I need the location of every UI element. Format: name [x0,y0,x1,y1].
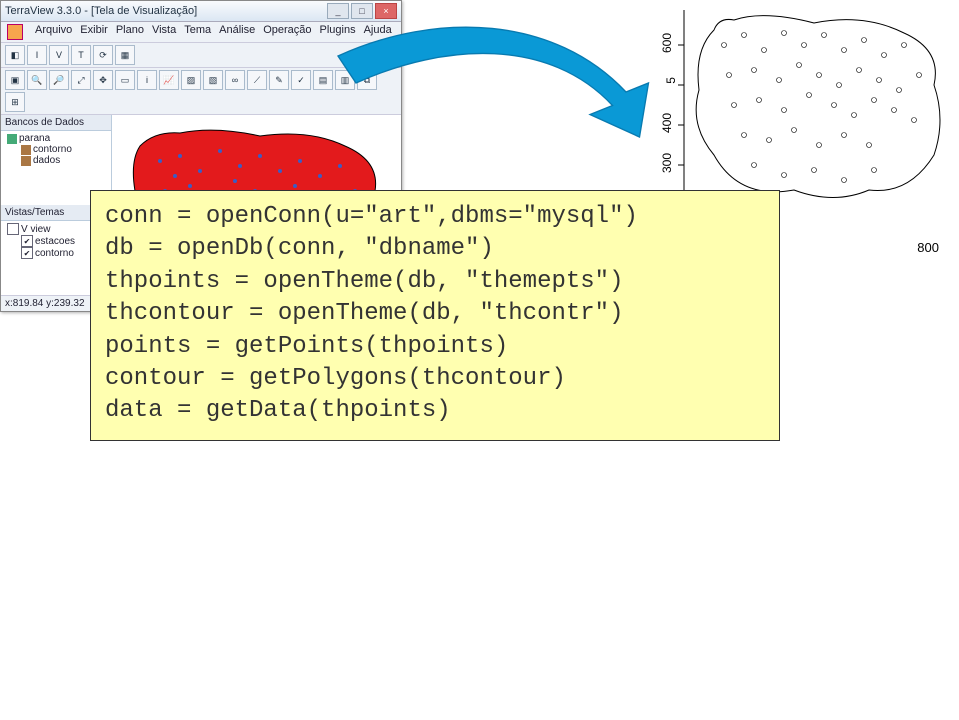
menu-operacao[interactable]: Operação [263,24,311,40]
menu-exibir[interactable]: Exibir [80,24,108,40]
db-root[interactable]: parana [7,133,109,144]
close-button[interactable]: × [375,3,397,19]
menu-bar: Arquivo Exibir Plano Vista Tema Análise … [1,22,401,43]
tool-sql-icon[interactable]: ▤ [313,70,333,90]
checkbox-icon[interactable]: ✔ [21,235,33,247]
tool-pan-icon[interactable]: ✥ [93,70,113,90]
toolbar-row-1: ◧ I V T ⟳ ▦ [1,43,401,68]
tool-pointer-icon[interactable]: ▣ [5,70,25,90]
minimize-button[interactable]: _ [327,3,349,19]
menu-vista[interactable]: Vista [152,24,176,40]
db-item-dados[interactable]: dados [7,155,109,166]
tool-zoomin-icon[interactable]: 🔍 [27,70,47,90]
tool-misc2-icon[interactable]: ⧉ [357,70,377,90]
tool-zoomout-icon[interactable]: 🔎 [49,70,69,90]
tool-link-icon[interactable]: ∞ [225,70,245,90]
window-titlebar[interactable]: TerraView 3.3.0 - [Tela de Visualização]… [1,1,401,22]
db-item-contorno[interactable]: contorno [7,144,109,155]
menu-arquivo[interactable]: Arquivo [35,24,72,40]
code-line-1: conn = openConn(u="art",dbms="mysql") [105,201,765,233]
tool-fit-icon[interactable]: ▭ [115,70,135,90]
checkbox-icon[interactable] [7,223,19,235]
layer-icon [21,156,31,166]
ytick-5: 5 [664,77,678,84]
ytick-600: 600 [660,33,674,53]
code-line-2: db = openDb(conn, "dbname") [105,233,765,265]
tool-chart-icon[interactable]: 📈 [159,70,179,90]
tool-v-icon[interactable]: V [49,45,69,65]
ytick-400: 400 [660,113,674,133]
tool-i-icon[interactable]: I [27,45,47,65]
code-line-4: thcontour = openTheme(db, "thcontr") [105,298,765,330]
app-small-icon [7,24,23,40]
menu-plano[interactable]: Plano [116,24,144,40]
code-line-7: data = getData(thpoints) [105,395,765,427]
toolbar-row-2: ▣ 🔍 🔎 ⤢ ✥ ▭ i 📈 ▨ ▧ ∞ ⟋ ✎ ✓ ▤ ▥ ⧉ ⊞ [1,68,401,115]
tool-info-icon[interactable]: i [137,70,157,90]
menu-tema[interactable]: Tema [184,24,211,40]
window-buttons: _ □ × [327,3,397,19]
tool-measure-icon[interactable]: ⟋ [247,70,267,90]
tool-check-icon[interactable]: ✓ [291,70,311,90]
tool-select-icon[interactable]: ▨ [181,70,201,90]
menu-ajuda[interactable]: Ajuda [364,24,392,40]
tool-db-icon[interactable]: ◧ [5,45,25,65]
db-icon [7,134,17,144]
menu-plugins[interactable]: Plugins [320,24,356,40]
status-coords: x:819.84 y:239.32 [5,298,85,309]
maximize-button[interactable]: □ [351,3,373,19]
tool-t-icon[interactable]: T [71,45,91,65]
db-panel-header: Bancos de Dados [1,115,111,131]
layer-icon [21,145,31,155]
tool-generic-icon[interactable]: ▦ [115,45,135,65]
tool-zoomreset-icon[interactable]: ⤢ [71,70,91,90]
code-box: conn = openConn(u="art",dbms="mysql") db… [90,190,780,441]
xlabel-800: 800 [917,240,939,255]
ytick-300: 300 [660,153,674,173]
tool-misc3-icon[interactable]: ⊞ [5,92,25,112]
code-line-5: points = getPoints(thpoints) [105,331,765,363]
code-line-6: contour = getPolygons(thcontour) [105,363,765,395]
menu-analise[interactable]: Análise [219,24,255,40]
code-line-3: thpoints = openTheme(db, "themepts") [105,266,765,298]
checkbox-icon[interactable]: ✔ [21,247,33,259]
tool-edit-icon[interactable]: ✎ [269,70,289,90]
tool-misc1-icon[interactable]: ▥ [335,70,355,90]
window-title: TerraView 3.3.0 - [Tela de Visualização] [5,5,197,17]
tool-brush-icon[interactable]: ▧ [203,70,223,90]
tool-reload-icon[interactable]: ⟳ [93,45,113,65]
